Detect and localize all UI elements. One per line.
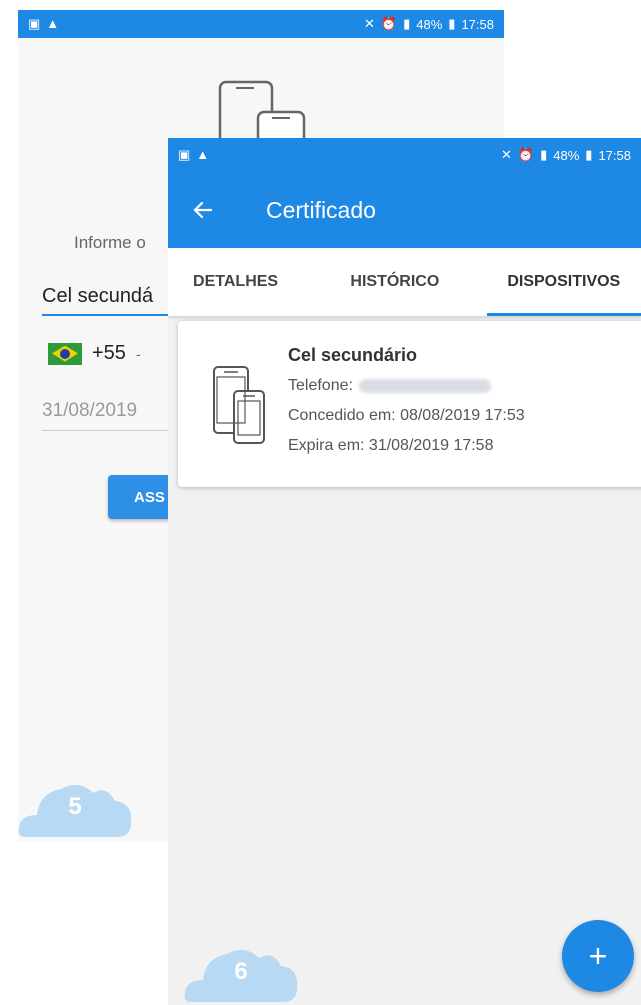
device-card[interactable]: Cel secundário Telefone: Concedido em: 0… <box>178 321 641 487</box>
alarm-icon: ⏰ <box>380 16 398 31</box>
mute-icon: ✕ <box>501 147 512 162</box>
brazil-flag-icon <box>48 342 82 365</box>
image-icon: ▣ <box>28 16 41 31</box>
device-expiry-date: Expira em: 31/08/2019 17:58 <box>288 437 494 454</box>
phone-country-selector[interactable]: +55 - <box>48 342 141 365</box>
battery-text: 48% <box>416 16 443 32</box>
battery-icon: ▮ <box>448 16 456 31</box>
device-name: Cel secundário <box>288 345 418 365</box>
status-time: 17:58 <box>461 16 494 32</box>
instruction-text: Informe o <box>74 233 146 252</box>
status-bar: ▣ ▲ ✕ ⏰ ▮ 48% ▮ 17:58 <box>18 10 504 38</box>
add-icon: + <box>588 937 608 974</box>
mute-icon: ✕ <box>364 16 375 31</box>
add-device-button[interactable]: + <box>562 920 634 992</box>
chevron-down-icon: - <box>135 345 141 362</box>
device-granted-date: Concedido em: 08/08/2019 17:53 <box>288 407 525 424</box>
step-6-cloud-badge: 6 <box>183 940 299 1004</box>
alarm-icon: ⏰ <box>517 147 535 162</box>
signal-icon: ▮ <box>403 16 411 31</box>
battery-text: 48% <box>553 147 580 163</box>
warning-icon: ▲ <box>46 16 60 31</box>
tab-history[interactable]: HISTÓRICO <box>303 248 486 316</box>
country-code: +55 <box>92 342 126 364</box>
status-bar: ▣ ▲ ✕ ⏰ ▮ 48% ▮ 17:58 <box>168 138 641 172</box>
signal-icon: ▮ <box>540 147 548 162</box>
device-phone-line: Telefone: <box>288 377 491 395</box>
step-number: 6 <box>234 958 248 985</box>
tab-details[interactable]: DETALHES <box>168 248 303 316</box>
tab-devices[interactable]: DISPOSITIVOS <box>486 248 641 316</box>
page-title: Certificado <box>266 196 376 223</box>
screen-step-6: ▣ ▲ ✕ ⏰ ▮ 48% ▮ 17:58 Certificado DETALH… <box>168 138 641 1005</box>
warning-icon: ▲ <box>196 147 210 162</box>
app-bar: Certificado <box>168 172 641 248</box>
back-arrow-icon[interactable] <box>168 198 238 222</box>
image-icon: ▣ <box>178 147 191 162</box>
step-number: 5 <box>68 793 82 820</box>
redacted-phone <box>358 378 491 393</box>
tab-bar: DETALHES HISTÓRICO DISPOSITIVOS <box>168 248 641 316</box>
battery-icon: ▮ <box>585 147 593 162</box>
phone-label: Telefone: <box>288 377 353 394</box>
step-5-cloud-badge: 5 <box>17 775 133 839</box>
devices-icon <box>212 365 270 450</box>
status-time: 17:58 <box>598 147 631 163</box>
